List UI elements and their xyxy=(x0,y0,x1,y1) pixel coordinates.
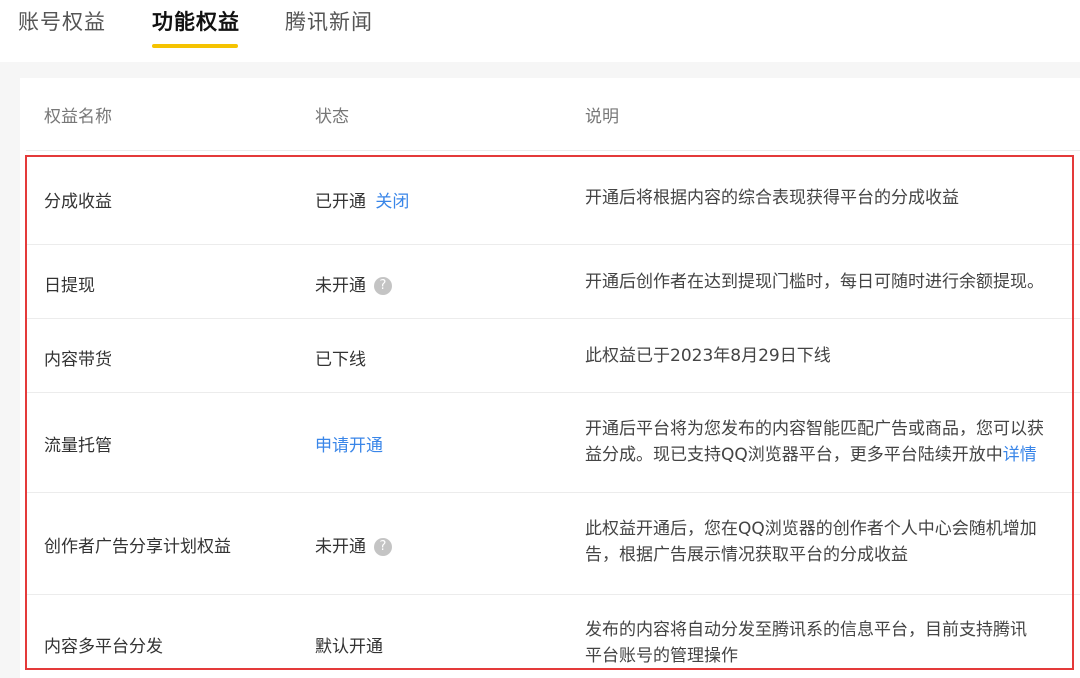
tab-account-rights[interactable]: 账号权益 xyxy=(18,6,106,36)
right-description: 此权益开通后，您在QQ浏览器的创作者个人中心会随机增加 告，根据广告展示情况获取… xyxy=(585,516,1037,568)
row-divider xyxy=(26,492,1080,493)
description-line: 发布的内容将自动分发至腾讯系的信息平台，目前支持腾讯 xyxy=(585,620,1027,640)
right-name: 内容多平台分发 xyxy=(44,637,163,657)
description-text: 益分成。现已支持QQ浏览器平台，更多平台陆续开放中 xyxy=(585,445,1003,465)
header-divider xyxy=(26,150,1080,151)
apply-open-link[interactable]: 申请开通 xyxy=(315,431,383,456)
description-line: 此权益已于2023年8月29日下线 xyxy=(585,346,831,366)
right-description: 开通后创作者在达到提现门槛时，每日可随时进行余额提现。 xyxy=(585,269,1044,295)
right-description: 开通后平台将为您发布的内容智能匹配广告或商品，您可以获 益分成。现已支持QQ浏览… xyxy=(585,416,1044,468)
status-text: 未开通 xyxy=(315,276,366,296)
row-divider xyxy=(26,318,1080,319)
details-link[interactable]: 详情 xyxy=(1003,445,1037,465)
right-description: 此权益已于2023年8月29日下线 xyxy=(585,343,831,369)
right-name: 创作者广告分享计划权益 xyxy=(44,537,231,557)
right-name: 流量托管 xyxy=(44,436,112,456)
rights-table-panel xyxy=(20,78,1080,678)
tab-tencent-news[interactable]: 腾讯新闻 xyxy=(285,6,373,36)
right-status: 未开通? xyxy=(315,532,392,557)
close-link[interactable]: 关闭 xyxy=(375,192,409,212)
help-icon[interactable]: ? xyxy=(374,277,392,295)
status-text: 未开通 xyxy=(315,537,366,557)
description-line: 此权益开通后，您在QQ浏览器的创作者个人中心会随机增加 xyxy=(585,519,1037,539)
right-description: 开通后将根据内容的综合表现获得平台的分成收益 xyxy=(585,185,959,211)
row-divider xyxy=(26,392,1080,393)
description-line: 开通后创作者在达到提现门槛时，每日可随时进行余额提现。 xyxy=(585,272,1044,292)
help-icon[interactable]: ? xyxy=(374,538,392,556)
description-line: 益分成。现已支持QQ浏览器平台，更多平台陆续开放中详情 xyxy=(585,442,1044,468)
column-header-status: 状态 xyxy=(315,107,349,127)
right-status: 已下线 xyxy=(315,350,366,370)
description-line: 开通后将根据内容的综合表现获得平台的分成收益 xyxy=(585,188,959,208)
tab-feature-rights[interactable]: 功能权益 xyxy=(152,6,240,36)
right-status: 未开通? xyxy=(315,271,392,296)
right-name: 内容带货 xyxy=(44,350,112,370)
row-divider xyxy=(26,244,1080,245)
status-text: 已开通 xyxy=(315,192,366,212)
row-divider xyxy=(26,594,1080,595)
column-header-description: 说明 xyxy=(585,107,619,127)
right-description: 发布的内容将自动分发至腾讯系的信息平台，目前支持腾讯 平台账号的管理操作 xyxy=(585,617,1027,669)
right-status: 已开通 关闭 xyxy=(315,187,409,212)
tab-bar: 账号权益 功能权益 腾讯新闻 xyxy=(0,0,1080,62)
description-line: 开通后平台将为您发布的内容智能匹配广告或商品，您可以获 xyxy=(585,419,1044,439)
right-name: 日提现 xyxy=(44,276,95,296)
column-header-name: 权益名称 xyxy=(44,107,112,127)
right-status: 默认开通 xyxy=(315,637,383,657)
description-line: 平台账号的管理操作 xyxy=(585,646,738,666)
description-line: 告，根据广告展示情况获取平台的分成收益 xyxy=(585,545,908,565)
active-tab-indicator xyxy=(152,44,238,48)
right-name: 分成收益 xyxy=(44,192,112,212)
